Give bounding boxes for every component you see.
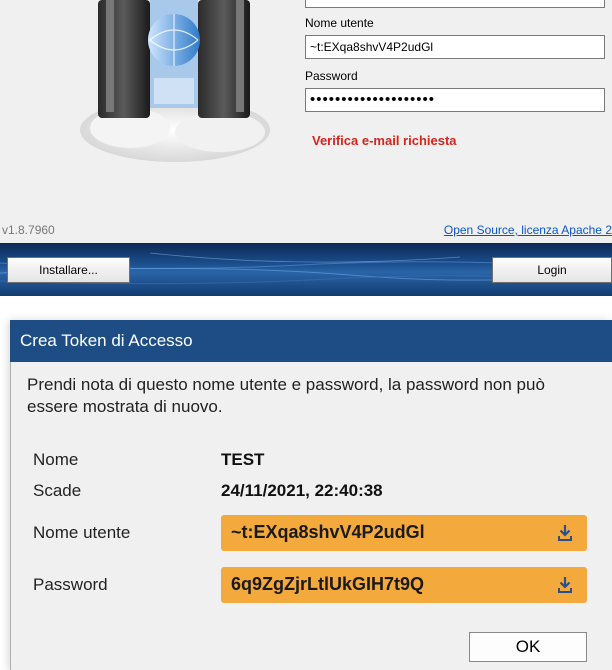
server-field[interactable] bbox=[305, 0, 605, 8]
login-window: Nome utente ~t:EXqa8shvV4P2udGl Password… bbox=[0, 0, 612, 296]
server-icon bbox=[80, 0, 270, 162]
password-label: Password bbox=[305, 69, 358, 83]
password-label: Password bbox=[33, 575, 108, 594]
expires-value: 24/11/2021, 22:40:38 bbox=[221, 481, 383, 500]
license-link[interactable]: Open Source, licenza Apache 2 bbox=[444, 223, 612, 237]
expires-label: Scade bbox=[33, 481, 82, 500]
dialog-title-bar[interactable]: Crea Token di Accesso bbox=[10, 320, 612, 362]
name-label: Nome bbox=[33, 450, 79, 469]
dialog-title: Crea Token di Accesso bbox=[20, 331, 193, 350]
password-input[interactable]: •••••••••••••••••••• bbox=[305, 88, 605, 112]
create-token-dialog: Crea Token di Accesso Prendi nota di que… bbox=[10, 320, 612, 670]
dialog-body: Prendi nota di questo nome utente e pass… bbox=[10, 362, 612, 670]
download-icon[interactable] bbox=[557, 576, 573, 594]
username-input[interactable]: ~t:EXqa8shvV4P2udGl bbox=[305, 35, 605, 59]
bottom-bar: Installare... Login bbox=[0, 243, 612, 296]
dialog-intro-text: Prendi nota di questo nome utente e pass… bbox=[27, 375, 545, 416]
username-copy-field[interactable]: ~t:EXqa8shvV4P2udGl bbox=[221, 515, 587, 551]
email-verification-warning: Verifica e-mail richiesta bbox=[312, 133, 457, 148]
install-button[interactable]: Installare... bbox=[7, 257, 130, 283]
name-value: TEST bbox=[221, 450, 265, 469]
password-copy-field[interactable]: 6q9ZgZjrLtlUkGIH7t9Q bbox=[221, 567, 587, 603]
username-label: Nome utente bbox=[305, 16, 374, 30]
login-button[interactable]: Login bbox=[492, 257, 612, 283]
ok-button[interactable]: OK bbox=[469, 632, 587, 662]
username-label: Nome utente bbox=[33, 523, 131, 542]
download-icon[interactable] bbox=[557, 524, 573, 542]
version-label: v1.8.7960 bbox=[2, 223, 55, 237]
username-value: ~t:EXqa8shvV4P2udGl bbox=[231, 522, 425, 542]
password-value: 6q9ZgZjrLtlUkGIH7t9Q bbox=[231, 574, 425, 594]
